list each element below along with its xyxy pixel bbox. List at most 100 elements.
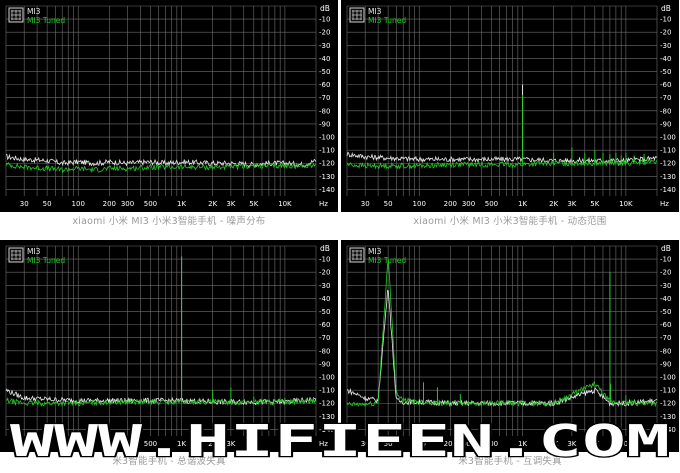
- y-tick-label: -130: [319, 173, 335, 181]
- chart-panel-thd: dB -10 -20 -30 -40 -50 -60 -70 -80 -90 -100 -110 -12…: [0, 240, 338, 472]
- x-tick-label: 2K: [208, 200, 217, 208]
- x-tick-label: 100: [413, 440, 426, 448]
- legend-item-mi3: MI3: [27, 7, 41, 16]
- y-tick-label: -20: [319, 29, 330, 37]
- y-tick-label: -10: [660, 16, 671, 24]
- y-tick-label: -110: [660, 147, 676, 155]
- y-tick-label: -100: [319, 134, 335, 142]
- x-axis-unit: Hz: [660, 200, 669, 208]
- y-tick-label: -120: [660, 400, 676, 408]
- y-tick-label: -50: [319, 308, 330, 316]
- y-tick-label: -110: [660, 387, 676, 395]
- y-tick-label: -20: [660, 29, 671, 37]
- legend-item-mi3-tuned: MI3 Tuned: [368, 256, 406, 265]
- x-tick-label: 300: [121, 440, 134, 448]
- y-tick-label: -100: [319, 374, 335, 382]
- y-tick-label: -80: [660, 107, 671, 115]
- plot-background: [341, 0, 679, 212]
- x-tick-label: 100: [72, 200, 85, 208]
- y-tick-label: -40: [660, 55, 671, 63]
- x-tick-label: 3K: [226, 200, 235, 208]
- y-tick-label: -100: [660, 134, 676, 142]
- x-tick-label: 2K: [208, 440, 217, 448]
- y-tick-label: -70: [319, 94, 330, 102]
- x-tick-label: 500: [485, 200, 498, 208]
- chart-svg-thd: dB -10 -20 -30 -40 -50 -60 -70 -80 -90 -100 -110 -12…: [0, 240, 338, 452]
- x-tick-label: 300: [121, 200, 134, 208]
- x-tick-label: 300: [462, 200, 475, 208]
- legend-item-mi3-tuned: MI3 Tuned: [27, 16, 65, 25]
- y-tick-label: -130: [660, 173, 676, 181]
- chart-panel-noise: dB -10 -20 -30 -40 -50 -60 -70 -80 -90 -100 -110 -12…: [0, 0, 338, 232]
- chart-caption-imd: 米3智能手机 - 互调失真: [458, 456, 562, 467]
- x-tick-label: 100: [413, 200, 426, 208]
- x-tick-label: 2K: [549, 200, 558, 208]
- x-tick-label: 5K: [249, 200, 258, 208]
- plot-background: [341, 240, 679, 452]
- x-tick-label: 100: [72, 440, 85, 448]
- y-tick-label: -70: [660, 334, 671, 342]
- y-tick-label: -10: [660, 256, 671, 264]
- y-tick-label: -10: [319, 256, 330, 264]
- x-tick-label: 30: [361, 200, 370, 208]
- chart-caption-noise: xiaomi 小米 MI3 小米3智能手机 - 噪声分布: [72, 216, 266, 227]
- x-tick-label: 10K: [619, 440, 633, 448]
- x-tick-label: 500: [144, 200, 157, 208]
- y-tick-label: -10: [319, 16, 330, 24]
- y-tick-label: -30: [660, 282, 671, 290]
- chart-svg-imd: dB -10 -20 -30 -40 -50 -60 -70 -80 -90 -100 -110 -12…: [341, 240, 679, 452]
- y-tick-label: -110: [319, 147, 335, 155]
- y-tick-label: -90: [660, 120, 671, 128]
- x-tick-label: 1K: [518, 200, 527, 208]
- legend-item-mi3-tuned: MI3 Tuned: [368, 16, 406, 25]
- x-tick-label: 10K: [278, 440, 292, 448]
- y-tick-label: -50: [660, 68, 671, 76]
- x-tick-label: 500: [485, 440, 498, 448]
- y-tick-label: -40: [319, 55, 330, 63]
- x-axis-unit: Hz: [319, 440, 328, 448]
- x-tick-label: 5K: [590, 440, 599, 448]
- x-tick-label: 50: [43, 440, 52, 448]
- y-axis-unit: dB: [320, 4, 330, 13]
- x-tick-label: 200: [444, 440, 457, 448]
- y-tick-label: -90: [319, 360, 330, 368]
- y-tick-label: -60: [319, 81, 330, 89]
- x-tick-label: 30: [361, 440, 370, 448]
- y-tick-label: -140: [660, 186, 676, 194]
- y-tick-label: -90: [660, 360, 671, 368]
- x-tick-label: 5K: [249, 440, 258, 448]
- x-tick-label: 50: [384, 200, 393, 208]
- y-tick-label: -50: [660, 308, 671, 316]
- y-tick-label: -40: [319, 295, 330, 303]
- chart-caption-dynamic-range: xiaomi 小米 MI3 小米3智能手机 - 动态范围: [413, 216, 607, 227]
- y-tick-label: -60: [319, 321, 330, 329]
- y-tick-label: -30: [660, 42, 671, 50]
- y-tick-label: -40: [660, 295, 671, 303]
- x-tick-label: 300: [462, 440, 475, 448]
- y-tick-label: -80: [660, 347, 671, 355]
- y-tick-label: -120: [660, 160, 676, 168]
- y-tick-label: -120: [319, 400, 335, 408]
- y-axis-unit: dB: [661, 4, 671, 13]
- chart-svg-noise: dB -10 -20 -30 -40 -50 -60 -70 -80 -90 -100 -110 -12…: [0, 0, 338, 212]
- x-tick-label: 200: [103, 200, 116, 208]
- plot-background: [0, 0, 338, 212]
- y-tick-label: -30: [319, 42, 330, 50]
- x-tick-label: 30: [20, 440, 29, 448]
- y-tick-label: -140: [660, 426, 676, 434]
- legend-item-mi3: MI3: [368, 7, 382, 16]
- x-tick-label: 3K: [567, 200, 576, 208]
- y-tick-label: -70: [660, 94, 671, 102]
- x-tick-label: 200: [444, 200, 457, 208]
- x-tick-label: 1K: [177, 440, 186, 448]
- y-tick-label: -80: [319, 347, 330, 355]
- x-tick-label: 3K: [226, 440, 235, 448]
- y-tick-label: -90: [319, 120, 330, 128]
- y-tick-label: -130: [660, 413, 676, 421]
- y-tick-label: -140: [319, 426, 335, 434]
- y-tick-label: -70: [319, 334, 330, 342]
- chart-svg-dynamic-range: dB -10 -20 -30 -40 -50 -60 -70 -80 -90 -100 -110 -12…: [341, 0, 679, 212]
- legend-item-mi3: MI3: [368, 247, 382, 256]
- x-tick-label: 3K: [567, 440, 576, 448]
- y-axis-unit: dB: [320, 244, 330, 253]
